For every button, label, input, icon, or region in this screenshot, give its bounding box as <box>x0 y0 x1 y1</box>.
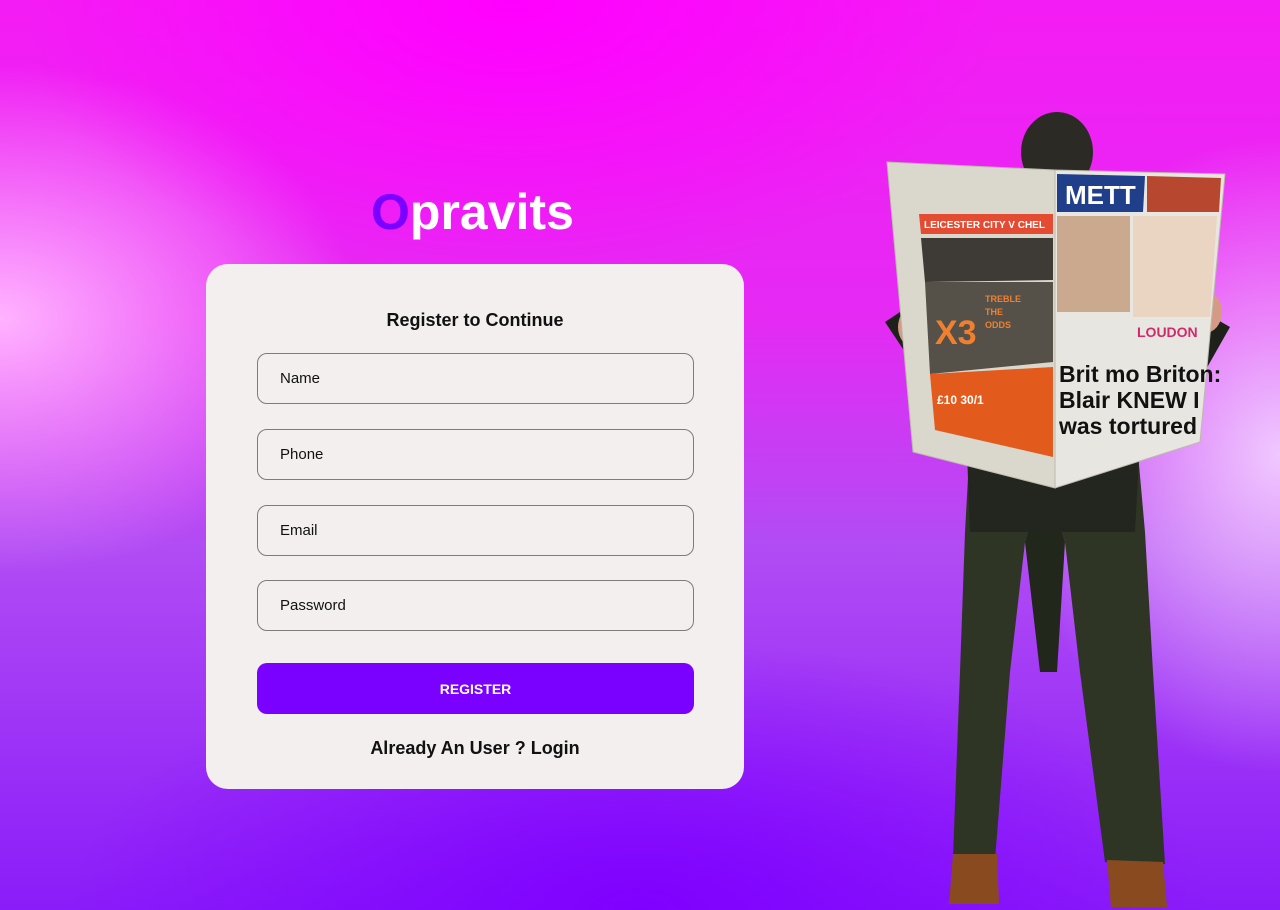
newspaper-offer: £10 30/1 <box>937 393 984 407</box>
newspaper-promo-line-3: ODDS <box>985 320 1011 330</box>
login-link[interactable]: Already An User ? Login <box>370 738 579 758</box>
brand-logo-rest: pravits <box>409 184 574 240</box>
newspaper-promo-big: X3 <box>935 314 977 352</box>
newspaper-headline-line-2: Blair KNEW I <box>1059 387 1200 413</box>
register-card: Register to Continue REGISTER Already An… <box>206 264 744 789</box>
login-prompt: Already An User ? Login <box>206 738 744 759</box>
newspaper-promo-line-2: THE <box>985 307 1003 317</box>
newspaper-promo-line-1: TREBLE <box>985 294 1021 304</box>
newspaper-celebrity-name: LOUDON <box>1137 324 1198 340</box>
newspaper: LEICESTER CITY V CHEL X3 TREBLE THE ODDS… <box>886 161 1226 489</box>
password-field[interactable] <box>257 580 694 631</box>
newspaper-masthead: METT <box>1065 180 1136 210</box>
newspaper-headline-line-3: was tortured <box>1058 413 1197 439</box>
brand-logo-initial: O <box>371 184 410 240</box>
phone-field[interactable] <box>257 429 694 480</box>
brand-logo: Opravits <box>371 183 574 241</box>
newspaper-headline-line-1: Brit mo Briton: <box>1059 361 1221 387</box>
newspaper-left-header: LEICESTER CITY V CHEL <box>924 220 1045 231</box>
man-reading-newspaper-illustration: LEICESTER CITY V CHEL X3 TREBLE THE ODDS… <box>885 112 1230 907</box>
form-title: Register to Continue <box>386 310 564 330</box>
register-button[interactable]: REGISTER <box>257 663 694 714</box>
email-field[interactable] <box>257 505 694 556</box>
name-field[interactable] <box>257 353 694 404</box>
